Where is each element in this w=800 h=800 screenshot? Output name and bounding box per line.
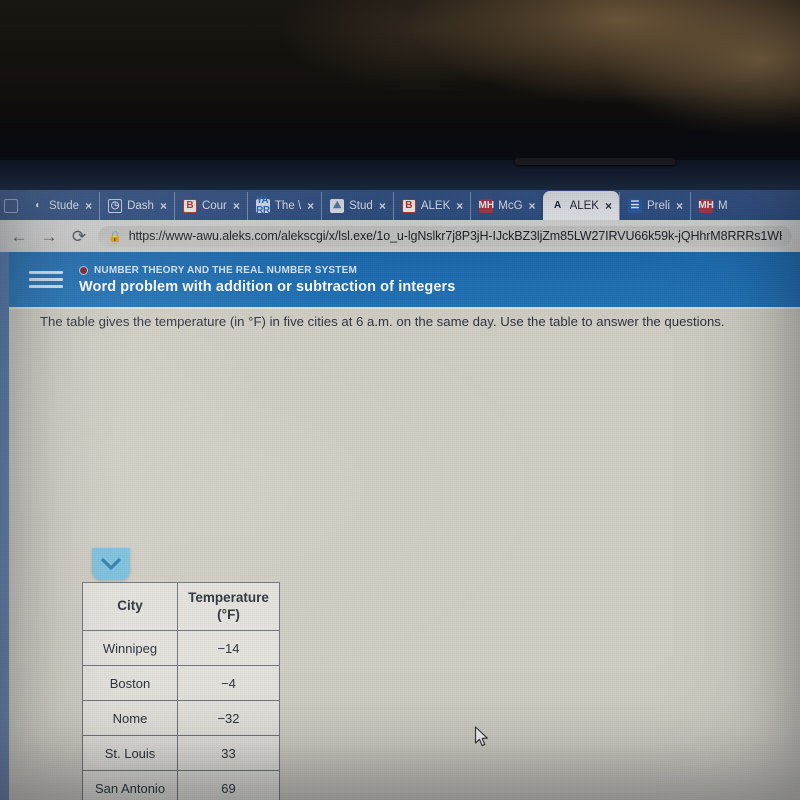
browser-tab-8[interactable]: ☰ Preli × — [619, 192, 690, 220]
tab-close-icon[interactable]: × — [605, 200, 612, 212]
problem-prompt: The table gives the temperature (in °F) … — [40, 314, 725, 329]
reload-icon[interactable]: ⟳ — [68, 228, 90, 245]
cell-city: Boston — [82, 665, 178, 701]
list-icon: ☰ — [628, 199, 642, 213]
tab-label: McG — [498, 200, 523, 212]
table-header-temperature-line1: Temperature — [188, 589, 269, 605]
cell-city: Winnipeg — [82, 630, 178, 666]
lock-icon: 🔒 — [108, 230, 122, 243]
table-row: Boston −4 — [82, 665, 280, 701]
tab-list-icon[interactable] — [4, 199, 18, 213]
page-title: Word problem with addition or subtractio… — [79, 278, 456, 295]
tab-close-icon[interactable]: × — [233, 200, 240, 212]
temperature-table: City Temperature (°F) Winnipeg −14 Bosto… — [82, 582, 280, 800]
topic-header-text: NUMBER THEORY AND THE REAL NUMBER SYSTEM… — [79, 265, 455, 295]
url-text: https://www-awu.aleks.com/alekscgi/x/lsl… — [128, 229, 782, 243]
browser-tab-active-aleks[interactable]: A ALEK × — [542, 191, 619, 220]
aleks-topic-header: NUMBER THEORY AND THE REAL NUMBER SYSTEM… — [9, 252, 800, 307]
tab-label: Stude — [49, 200, 80, 212]
tab-close-icon[interactable]: × — [160, 200, 167, 212]
browser-tab-strip: ◖ Stude × ◷ Dash × B Cour × YA RR The \ ×… — [0, 190, 800, 220]
header-divider — [9, 307, 800, 309]
tab-close-icon[interactable]: × — [456, 200, 463, 212]
table-header-city: City — [82, 582, 178, 631]
cell-temperature: −4 — [177, 665, 280, 701]
aleks-a-icon: A — [553, 199, 562, 211]
browser-tab-4[interactable]: ⛰ Stud × — [321, 192, 393, 220]
table-row: St. Louis 33 — [82, 735, 280, 771]
mouse-pointer-icon — [474, 726, 490, 753]
table-row: Winnipeg −14 — [82, 630, 280, 666]
tab-label: Stud — [349, 200, 373, 212]
browser-window: ◖ Stude × ◷ Dash × B Cour × YA RR The \ ×… — [0, 190, 800, 800]
tab-label: ALEK — [569, 199, 599, 212]
tab-label: Dash — [127, 200, 154, 212]
mcgraw-hill-icon: MH — [478, 199, 495, 213]
browser-nav-bar: ← → ⟳ 🔒 https://www-awu.aleks.com/aleksc… — [0, 220, 800, 252]
laptop-bezel-lip — [515, 158, 675, 165]
category-bullet-icon — [79, 265, 88, 275]
cell-temperature: −14 — [177, 630, 280, 666]
browser-tab-1[interactable]: ◷ Dash × — [99, 192, 174, 220]
blackboard-b-icon: B — [182, 199, 197, 213]
image-icon: ⛰ — [330, 199, 345, 213]
cell-city: Nome — [82, 700, 178, 736]
cell-city: St. Louis — [82, 735, 178, 771]
cell-temperature: 69 — [177, 770, 280, 800]
clock-circle-icon: ◷ — [108, 199, 123, 213]
aleks-page: NUMBER THEORY AND THE REAL NUMBER SYSTEM… — [0, 252, 800, 800]
blackboard-b-icon: B — [401, 199, 416, 213]
browser-tab-0[interactable]: ◖ Stude × — [22, 192, 99, 220]
topic-category: NUMBER THEORY AND THE REAL NUMBER SYSTEM — [94, 264, 358, 276]
ya-icon: YA RR — [255, 195, 270, 216]
table-header-temperature-line2: (°F) — [217, 606, 240, 622]
cell-city: San Antonio — [82, 770, 178, 800]
table-row: San Antonio 69 — [82, 770, 280, 800]
tab-close-icon[interactable]: × — [307, 200, 314, 212]
cell-temperature: −32 — [177, 700, 280, 736]
browser-tab-9[interactable]: MH M — [690, 192, 735, 220]
address-bar[interactable]: 🔒 https://www-awu.aleks.com/alekscgi/x/l… — [98, 225, 792, 247]
mcgraw-hill-icon: MH — [698, 199, 714, 213]
tab-label: M — [718, 200, 728, 212]
topic-category-row: NUMBER THEORY AND THE REAL NUMBER SYSTEM — [79, 265, 455, 276]
chevron-down-icon[interactable] — [92, 548, 130, 580]
laptop-photo-frame: ◖ Stude × ◷ Dash × B Cour × YA RR The \ ×… — [0, 0, 800, 800]
tab-close-icon[interactable]: × — [529, 200, 536, 212]
table-row: Nome −32 — [82, 700, 280, 736]
table-header-temperature: Temperature (°F) — [177, 582, 280, 631]
tab-close-icon[interactable]: × — [85, 200, 92, 212]
left-rail — [0, 252, 9, 800]
hamburger-menu-icon[interactable] — [29, 271, 63, 288]
table-header-row: City Temperature (°F) — [82, 582, 280, 631]
tab-close-icon[interactable]: × — [379, 200, 386, 212]
arrow-right-icon[interactable]: → — [38, 228, 60, 245]
tab-label: The \ — [274, 200, 302, 212]
moon-icon: ◖ — [33, 200, 41, 211]
tab-label: Cour — [201, 200, 227, 212]
arrow-left-icon[interactable]: ← — [8, 228, 30, 245]
tab-label: ALEK — [420, 200, 451, 212]
tab-close-icon[interactable]: × — [676, 200, 683, 212]
browser-tab-5[interactable]: B ALEK × — [392, 192, 470, 220]
cell-temperature: 33 — [177, 735, 280, 771]
browser-tab-6[interactable]: MH McG × — [470, 192, 542, 220]
tab-label: Preli — [647, 200, 671, 212]
browser-tab-3[interactable]: YA RR The \ × — [246, 192, 321, 220]
browser-tab-2[interactable]: B Cour × — [173, 192, 247, 220]
